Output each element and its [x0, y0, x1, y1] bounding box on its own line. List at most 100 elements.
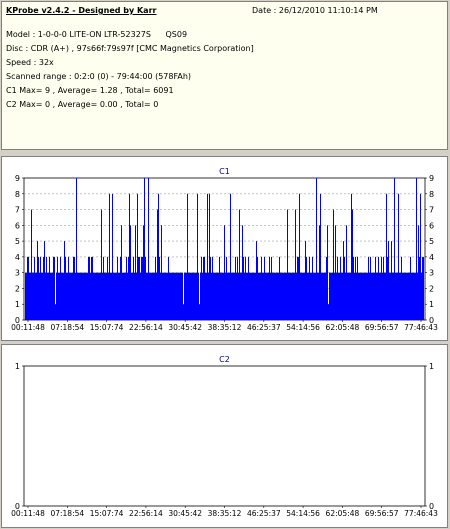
c1-bar: [346, 225, 347, 320]
c1-bar: [131, 272, 132, 320]
c1-bar: [28, 256, 29, 320]
c1-bar: [143, 225, 144, 320]
c1-bar: [362, 272, 363, 320]
y-tick-label-right: 1: [429, 362, 434, 371]
c1-bar: [32, 272, 33, 320]
c1-bar: [178, 272, 179, 320]
c1-bar: [120, 256, 121, 320]
c1-bar: [172, 272, 173, 320]
c1-bar: [398, 193, 399, 320]
c1-bar: [278, 272, 279, 320]
c1-bar: [345, 272, 346, 320]
c1-bar: [266, 272, 267, 320]
c1-bar: [407, 272, 408, 320]
x-tick-label: 62:05:48: [326, 509, 360, 518]
c1-bar: [270, 272, 271, 320]
c1-bar: [109, 193, 110, 320]
c1-bar: [337, 256, 338, 320]
c1-bar: [381, 256, 382, 320]
c1-bar: [202, 272, 203, 320]
c1-bar: [94, 272, 95, 320]
c1-bar: [60, 256, 61, 320]
c1-bar: [167, 272, 168, 320]
c1-bar: [356, 272, 357, 320]
c1-bar: [221, 272, 222, 320]
x-tick-label: 22:56:14: [129, 509, 163, 518]
c1-bar: [64, 241, 65, 320]
c1-bar: [164, 272, 165, 320]
c1-bar: [372, 272, 373, 320]
c1-bar: [418, 225, 419, 320]
c1-bar: [411, 272, 412, 320]
c1-bar: [105, 272, 106, 320]
c1-bar: [62, 272, 63, 320]
c1-bar: [134, 272, 135, 320]
c1-bar: [142, 256, 143, 320]
c1-bar: [389, 272, 390, 320]
c1-bar: [79, 272, 80, 320]
c1-bar: [110, 272, 111, 320]
c1-bar: [396, 272, 397, 320]
c1-bar: [222, 272, 223, 320]
c1-bar: [121, 225, 122, 320]
c1-bar: [137, 193, 138, 320]
c1-bar: [323, 272, 324, 320]
c1-bar: [157, 209, 158, 320]
c1-bar: [378, 256, 379, 320]
c1-bar: [327, 225, 328, 320]
c1-bar: [318, 272, 319, 320]
y-tick-label-left: 9: [15, 174, 20, 183]
c1-bar: [302, 272, 303, 320]
c1-bar: [37, 241, 38, 320]
c1-bar: [352, 209, 353, 320]
c1-bar: [53, 256, 54, 320]
c1-bar: [303, 272, 304, 320]
c1-bar: [291, 272, 292, 320]
c1-bar: [292, 272, 293, 320]
c1-bar: [282, 272, 283, 320]
c1-bar: [314, 272, 315, 320]
c1-bar: [248, 256, 249, 320]
c1-bar: [199, 304, 200, 320]
c1-bar: [382, 272, 383, 320]
c1-bar: [165, 272, 166, 320]
c1-bar: [410, 256, 411, 320]
c1-bar: [367, 272, 368, 320]
c1-bar: [370, 256, 371, 320]
c1-bar: [174, 272, 175, 320]
c1-bar: [99, 272, 100, 320]
c1-bar: [417, 272, 418, 320]
c1-bar: [262, 272, 263, 320]
c1-bar: [276, 272, 277, 320]
c1-bar: [380, 272, 381, 320]
c1-bar: [29, 272, 30, 320]
c1-bar: [67, 272, 68, 320]
c1-bar: [325, 272, 326, 320]
c1-bar: [241, 272, 242, 320]
c1-bar: [329, 272, 330, 320]
c1-bar: [280, 272, 281, 320]
x-tick-label: 30:45:42: [168, 509, 202, 518]
c1-bar: [68, 256, 69, 320]
c1-bar: [419, 256, 420, 320]
c1-bar: [84, 272, 85, 320]
c1-bar: [287, 209, 288, 320]
c1-bar: [93, 272, 94, 320]
c1-bar: [90, 272, 91, 320]
c1-bar: [196, 272, 197, 320]
c1-bar: [179, 272, 180, 320]
c1-bar: [200, 272, 201, 320]
c1-bar: [350, 272, 351, 320]
c1-bar: [132, 272, 133, 320]
c1-bar: [203, 256, 204, 320]
c1-bar: [30, 272, 31, 320]
c1-bar: [226, 256, 227, 320]
c1-bar: [81, 272, 82, 320]
c1-bar: [159, 256, 160, 320]
c1-bar: [98, 272, 99, 320]
c1-bar: [31, 209, 32, 320]
c1-bar: [354, 272, 355, 320]
c1-bar: [59, 272, 60, 320]
c1-bar: [42, 272, 43, 320]
c1-bar: [57, 256, 58, 320]
